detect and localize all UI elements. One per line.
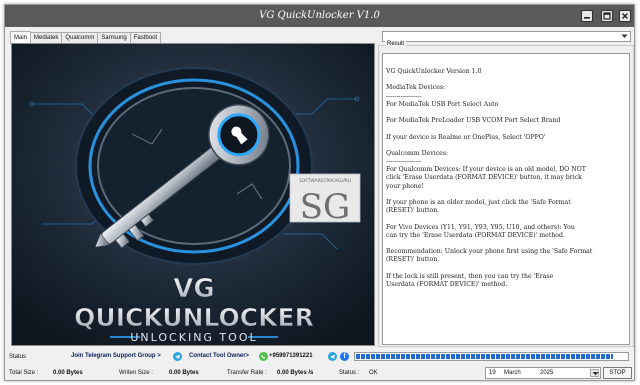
result-line: your phone! bbox=[386, 182, 424, 190]
telegram-icon[interactable] bbox=[328, 352, 337, 361]
maximize-icon bbox=[603, 12, 611, 20]
result-line bbox=[386, 265, 629, 273]
written-size-label: Writen Size : bbox=[119, 370, 153, 376]
app-window: VG QuickUnlocker V1.0 Main Mediatek Qual… bbox=[4, 4, 635, 381]
result-line: For MediaTek USB Port Select Auto bbox=[386, 100, 499, 108]
logo-tagline-text: UNLOCKING TOOL bbox=[130, 331, 257, 344]
result-line: ----------------- bbox=[386, 158, 422, 166]
result-line: can try the 'Erase Userdata (FORMAT DEVI… bbox=[386, 231, 565, 239]
result-line: MediaTek Devices: bbox=[386, 84, 446, 92]
result-line bbox=[386, 109, 629, 117]
total-size-label: Total Size : bbox=[9, 370, 39, 376]
status-value: OK bbox=[369, 370, 378, 376]
date-picker[interactable]: 19 March 2025 bbox=[485, 367, 601, 379]
status-bar: Status Join Telegram Support Group > Con… bbox=[5, 349, 634, 364]
result-line bbox=[386, 142, 629, 150]
result-log[interactable]: VG QuickUnlocker Version 1.0 MediaTek Dev… bbox=[382, 53, 630, 345]
result-line bbox=[386, 125, 629, 133]
svg-text:SG: SG bbox=[300, 187, 350, 227]
minimize-button[interactable] bbox=[581, 10, 593, 22]
date-year: 2025 bbox=[540, 370, 554, 376]
whatsapp-icon[interactable] bbox=[259, 352, 268, 361]
contact-owner-link[interactable]: Contact Tool Owner> bbox=[189, 353, 249, 359]
result-line bbox=[386, 191, 629, 199]
status-label: Status bbox=[9, 354, 27, 360]
calendar-dropdown-button[interactable] bbox=[590, 369, 599, 377]
result-line: ----------------- bbox=[386, 92, 422, 100]
result-line bbox=[386, 215, 629, 223]
date-month: March bbox=[504, 370, 521, 376]
logo-quickunlocker-text: QUICKUNLOCKER bbox=[74, 303, 314, 332]
result-line: click 'Erase Userdata (FORMAT DEVICE)' b… bbox=[386, 174, 582, 182]
svg-text:SOFTWARECRACKGURU: SOFTWARECRACKGURU bbox=[299, 178, 351, 184]
chevron-down-icon bbox=[621, 34, 628, 38]
progress-fill bbox=[356, 354, 614, 359]
watermark-badge: SG SOFTWARECRACKGURU bbox=[289, 173, 361, 227]
transfer-rate-value: 0.00 Bytes /s bbox=[277, 370, 314, 376]
maximize-button[interactable] bbox=[601, 10, 613, 22]
result-line: For Vivo Devices (Y11, Y91, Y93, Y95, U1… bbox=[386, 223, 575, 231]
result-line bbox=[386, 240, 629, 248]
chevron-down-icon bbox=[592, 372, 598, 376]
status-label-2: Status : bbox=[339, 370, 360, 376]
result-line bbox=[386, 76, 629, 84]
written-size-value: 0.00 Bytes bbox=[169, 370, 199, 376]
telegram-support-link[interactable]: Join Telegram Support Group > bbox=[71, 353, 161, 359]
minimize-icon bbox=[584, 17, 590, 19]
result-line: If your device is Realme or OnePlus, Sel… bbox=[386, 133, 546, 141]
port-select[interactable] bbox=[382, 31, 631, 42]
close-button[interactable] bbox=[619, 10, 631, 22]
facebook-icon[interactable]: f bbox=[340, 352, 349, 361]
transfer-stats-bar: Total Size : 0.00 Bytes Writen Size : 0.… bbox=[5, 366, 634, 380]
date-day: 19 bbox=[489, 370, 496, 376]
result-line: VG QuickUnlocker Version 1.0 bbox=[386, 68, 482, 75]
title-bar: VG QuickUnlocker V1.0 bbox=[5, 5, 634, 27]
result-line: For Qualcomm Devices: If your device is … bbox=[386, 166, 586, 174]
logo-image-panel: VG QUICKUNLOCKER UNLOCKING TOOL SG SOFTW… bbox=[11, 43, 375, 346]
logo-artwork: VG QUICKUNLOCKER UNLOCKING TOOL SG SOFTW… bbox=[12, 44, 374, 345]
result-line: Userdata (FORMAT DEVICE)' method. bbox=[386, 280, 508, 288]
result-line: If the lock is still present, then you c… bbox=[386, 272, 554, 280]
result-line: (RESET)' button. bbox=[386, 207, 440, 215]
result-line: Recommendation: Unlock your phone first … bbox=[386, 248, 593, 256]
progress-bar bbox=[354, 352, 629, 361]
telegram-icon[interactable] bbox=[173, 352, 182, 361]
total-size-value: 0.00 Bytes bbox=[53, 370, 83, 376]
result-line: If your phone is an older model, just cl… bbox=[386, 199, 571, 206]
transfer-rate-label: Transfer Rate : bbox=[227, 370, 267, 376]
logo-vg-text: VG bbox=[173, 274, 214, 304]
result-line: (RESET)' button. bbox=[386, 256, 440, 264]
stop-button[interactable]: STOP bbox=[603, 367, 632, 379]
result-legend: Result bbox=[385, 41, 407, 47]
close-icon bbox=[622, 13, 628, 19]
owner-phone: +959971391221 bbox=[269, 353, 313, 359]
result-line: Qualcomm Devices: bbox=[386, 149, 449, 157]
result-group: Result VG QuickUnlocker Version 1.0 Media… bbox=[378, 41, 634, 347]
result-line: For MediaTek PreLoader USB VCOM Port Sel… bbox=[386, 117, 561, 125]
window-title: VG QuickUnlocker V1.0 bbox=[259, 10, 380, 21]
